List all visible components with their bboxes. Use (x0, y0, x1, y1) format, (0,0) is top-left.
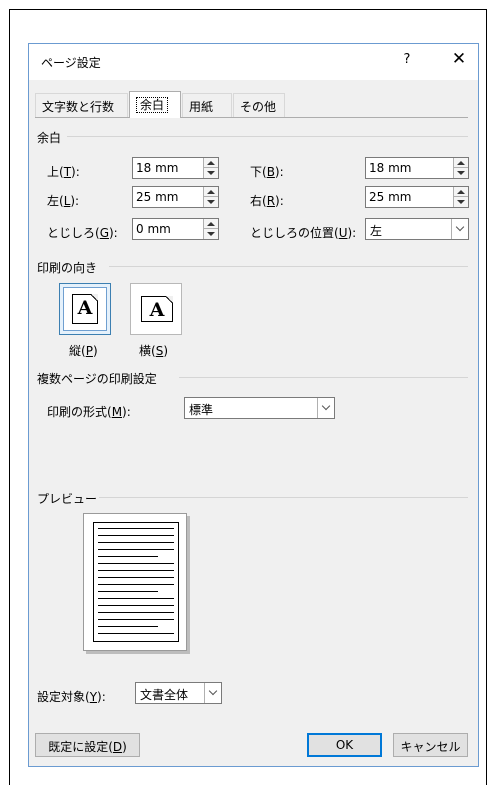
portrait-page-icon: A (72, 294, 98, 324)
ok-button[interactable]: OK (307, 733, 382, 757)
chevron-down-icon[interactable] (451, 219, 468, 239)
preview-margin-box (93, 522, 179, 642)
right-margin-spin-buttons[interactable] (453, 187, 468, 207)
page-setup-dialog: ページ設定 ? ✕ 文字数と行数 余白 用紙 その他 余白 上(T): 18 m… (28, 43, 479, 767)
help-button[interactable]: ? (397, 52, 417, 67)
preview-line (98, 542, 174, 543)
preview-section-label: プレビュー (37, 492, 98, 506)
preview-line (98, 605, 174, 606)
preview-line (98, 563, 174, 564)
preview-line (98, 577, 174, 578)
preview-line (98, 549, 174, 550)
portrait-button[interactable]: A (59, 283, 111, 335)
preview-separator (99, 497, 468, 498)
tab-margins[interactable]: 余白 (129, 91, 181, 118)
preview-line (98, 626, 158, 627)
print-format-value: 標準 (189, 403, 214, 417)
bottom-margin-value: 18 mm (369, 161, 412, 175)
orientation-section-label: 印刷の向き (37, 261, 98, 275)
gutter-label: とじしろ(G): (47, 226, 118, 240)
left-margin-spin-buttons[interactable] (203, 187, 218, 207)
top-margin-value: 18 mm (136, 161, 179, 175)
gutter-value: 0 mm (136, 222, 171, 236)
portrait-label: 縦(P) (69, 344, 98, 358)
margins-section-label: 余白 (37, 131, 62, 145)
bottom-margin-spin-buttons[interactable] (453, 158, 468, 178)
chevron-down-icon[interactable] (317, 398, 334, 418)
landscape-button[interactable]: A (130, 283, 182, 335)
preview-line (98, 570, 174, 571)
gutter-position-value: 左 (370, 224, 383, 238)
preview-line (98, 598, 174, 599)
top-margin-label: 上(T): (47, 165, 80, 179)
preview-line (98, 591, 158, 592)
gutter-position-select[interactable]: 左 (365, 218, 469, 240)
left-margin-label: 左(L): (47, 194, 80, 208)
tab-margins-label: 余白 (136, 97, 169, 113)
top-margin-spin-buttons[interactable] (203, 158, 218, 178)
right-margin-spinner[interactable]: 25 mm (365, 186, 469, 208)
dialog-title: ページ設定 (41, 56, 101, 70)
landscape-label: 横(S) (139, 344, 168, 358)
preview-line (98, 556, 158, 557)
gutter-spin-buttons[interactable] (203, 219, 218, 239)
print-format-label: 印刷の形式(M): (47, 405, 131, 419)
cancel-button[interactable]: キャンセル (393, 733, 468, 757)
apply-to-value: 文書全体 (140, 688, 189, 702)
orientation-separator (109, 266, 468, 267)
preview-line (98, 633, 174, 634)
multiple-pages-section-label: 複数ページの印刷設定 (37, 372, 157, 386)
tab-paper[interactable]: 用紙 (182, 93, 232, 117)
apply-to-label: 設定対象(Y): (37, 690, 106, 704)
bottom-margin-label: 下(B): (250, 165, 284, 179)
landscape-page-icon: A (141, 296, 173, 322)
preview-line (98, 584, 174, 585)
preview-page (83, 513, 187, 651)
apply-to-select[interactable]: 文書全体 (135, 682, 222, 704)
tab-other[interactable]: その他 (233, 93, 285, 117)
margins-separator (67, 136, 468, 137)
bottom-margin-spinner[interactable]: 18 mm (365, 157, 469, 179)
chevron-down-icon[interactable] (204, 683, 221, 703)
left-margin-value: 25 mm (136, 190, 179, 204)
preview-line (98, 619, 174, 620)
right-margin-value: 25 mm (369, 190, 412, 204)
preview-line (98, 535, 174, 536)
preview-line (98, 528, 174, 529)
right-margin-label: 右(R): (250, 194, 284, 208)
multiple-pages-separator (179, 377, 468, 378)
tab-characters-lines[interactable]: 文字数と行数 (35, 93, 128, 117)
close-button[interactable]: ✕ (447, 49, 471, 69)
top-margin-spinner[interactable]: 18 mm (132, 157, 219, 179)
preview-line (98, 612, 174, 613)
gutter-spinner[interactable]: 0 mm (132, 218, 219, 240)
left-margin-spinner[interactable]: 25 mm (132, 186, 219, 208)
dialog-titlebar: ページ設定 ? ✕ (29, 44, 478, 80)
print-format-select[interactable]: 標準 (184, 397, 335, 419)
set-default-button[interactable]: 既定に設定(D) (35, 733, 140, 757)
gutter-position-label: とじしろの位置(U): (250, 226, 357, 240)
